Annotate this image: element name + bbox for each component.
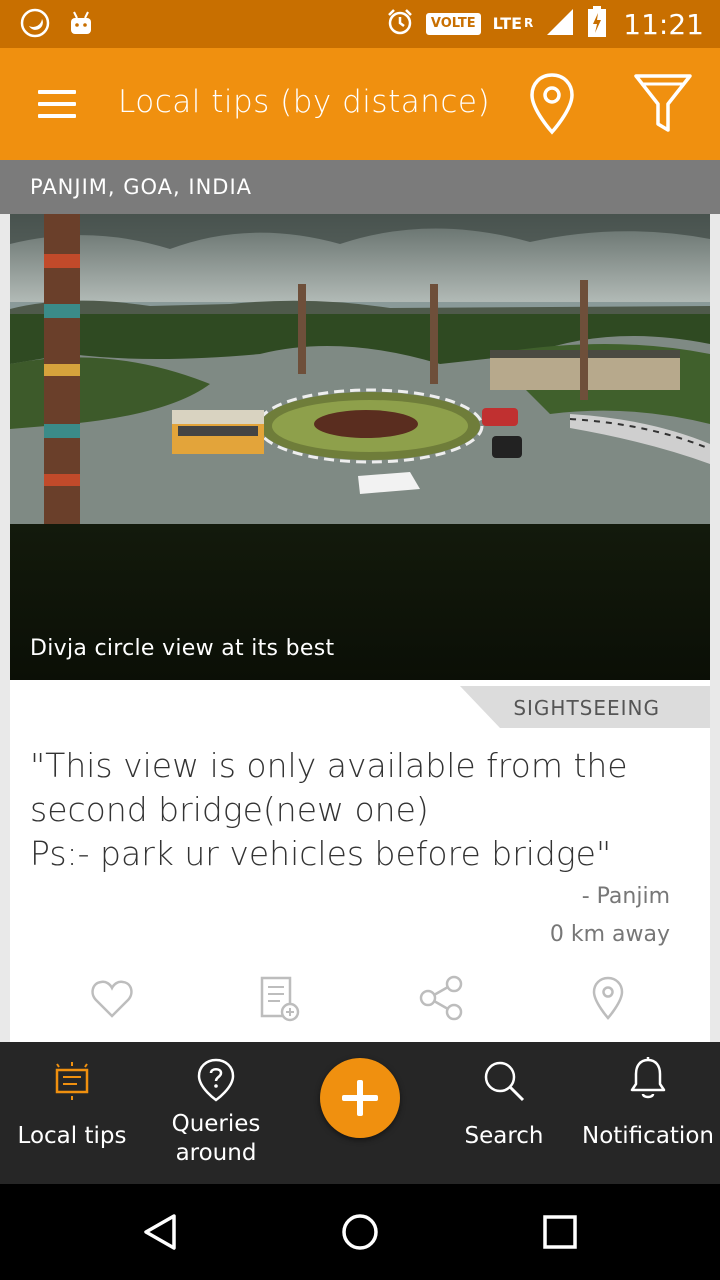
nav-item-notification[interactable]: Notification [576, 1042, 720, 1184]
status-bar: VOLTE LTE R 11:21 [0, 0, 720, 48]
tip-actions [10, 974, 710, 1024]
tip-quote: "This view is only available from the se… [30, 744, 670, 876]
network-badge: VOLTE [425, 13, 481, 35]
nav-label: Queries [171, 1111, 261, 1137]
category-label: SIGHTSEEING [513, 696, 660, 720]
app-bar: Local tips (by distance) [0, 48, 720, 160]
filter-icon[interactable] [632, 72, 694, 134]
bottom-nav: Local tips Queries around Search Notific… [0, 1042, 720, 1184]
tip-photo[interactable]: Divja circle view at its best [10, 214, 710, 680]
signal-icon [545, 7, 575, 41]
tips-icon [55, 1062, 89, 1100]
quote-line: second bridge(new one) [30, 790, 429, 829]
home-icon[interactable] [340, 1212, 380, 1252]
back-icon[interactable] [140, 1212, 180, 1252]
tip-author: - Panjim [581, 884, 670, 909]
network-type-indicator: LTE R [493, 16, 534, 32]
tip-distance: 0 km away [549, 922, 670, 947]
location-strip: PANJIM, GOA, INDIA [0, 160, 720, 214]
nav-item-search[interactable]: Search [432, 1042, 576, 1184]
plus-icon[interactable] [320, 1058, 400, 1138]
nav-label: around [175, 1140, 257, 1166]
menu-icon[interactable] [38, 90, 76, 118]
share-icon[interactable] [418, 974, 466, 1022]
add-note-icon[interactable] [254, 974, 302, 1022]
lte-label: LTE [492, 14, 523, 33]
page-title: Local tips (by distance) [118, 84, 491, 120]
roaming-label: R [524, 16, 534, 30]
nav-label: Local tips [17, 1123, 127, 1149]
location-label: PANJIM, GOA, INDIA [30, 175, 253, 199]
nav-label: Notification [582, 1123, 714, 1149]
heart-icon[interactable] [88, 974, 136, 1022]
photo-caption: Divja circle view at its best [30, 636, 335, 661]
category-badge: SIGHTSEEING [460, 686, 710, 728]
quote-line: Ps:- park ur vehicles before bridge" [30, 834, 612, 873]
location-pin-icon[interactable] [584, 974, 632, 1022]
android-debug-icon [68, 10, 94, 40]
nav-label: Search [464, 1123, 544, 1149]
quote-line: "This view is only available from the [30, 746, 628, 785]
bell-icon [630, 1057, 666, 1099]
battery-charging-icon [587, 6, 607, 42]
system-nav-bar [0, 1184, 720, 1280]
question-icon [197, 1058, 235, 1102]
search-icon [484, 1061, 525, 1102]
alarm-icon [386, 8, 414, 40]
location-pin-icon[interactable] [528, 72, 576, 136]
nav-item-local-tips[interactable]: Local tips [0, 1042, 144, 1184]
moon-icon [20, 8, 50, 42]
clock: 11:21 [623, 7, 704, 41]
nav-item-queries-around[interactable]: Queries around [144, 1042, 288, 1184]
recents-icon[interactable] [540, 1212, 580, 1252]
tip-card[interactable]: Divja circle view at its best SIGHTSEEIN… [10, 214, 710, 1042]
